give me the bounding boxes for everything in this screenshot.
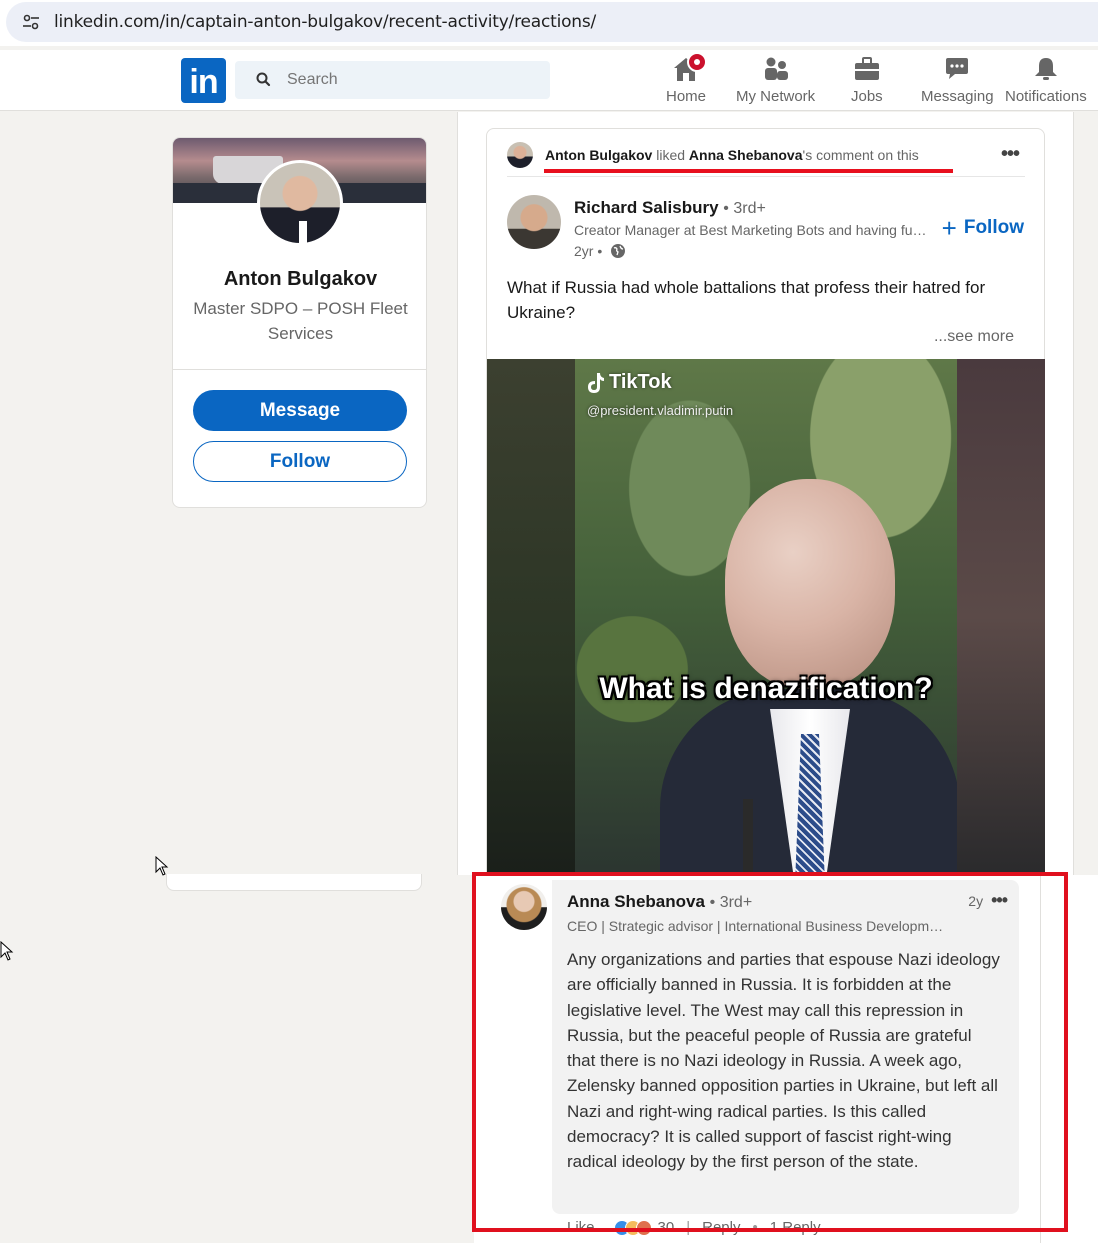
video-frame	[575, 359, 960, 876]
video-blur-right	[957, 359, 1045, 876]
nav-my-network-label: My Network	[736, 88, 816, 105]
comment-reply-button[interactable]: Reply	[702, 1219, 740, 1236]
plus-icon: +	[941, 213, 957, 243]
video-caption: What is denazification?	[599, 672, 933, 705]
see-more-link[interactable]: ...see more	[934, 328, 1014, 346]
mouse-cursor-icon	[155, 856, 169, 876]
post-author-title: Creator Manager at Best Marketing Bots a…	[574, 222, 930, 238]
reaction-icons[interactable]	[613, 1219, 652, 1236]
briefcase-icon	[852, 54, 882, 84]
secondary-card-edge	[166, 874, 422, 891]
nav-jobs-label: Jobs	[851, 88, 883, 105]
post-follow-label: Follow	[963, 217, 1024, 238]
comment-time: 2y	[968, 892, 984, 909]
nav-messaging-label: Messaging	[921, 88, 994, 105]
post-author-name-text[interactable]: Richard Salisbury	[574, 198, 719, 217]
activity-text: Anton Bulgakov liked Anna Shebanova's co…	[545, 147, 919, 163]
search-box[interactable]	[235, 61, 550, 99]
post-author-degree: • 3rd+	[723, 200, 766, 217]
comment-more-options-icon[interactable]: •••	[991, 890, 1008, 911]
post-video[interactable]: TikTok @president.vladimir.putin What is…	[487, 359, 1045, 876]
search-input[interactable]	[287, 71, 527, 89]
bell-icon	[1031, 54, 1061, 84]
comment-bubble: Anna Shebanova • 3rd+ 2y ••• CEO | Strat…	[552, 880, 1019, 1214]
comment-meta: 2y •••	[968, 890, 1008, 911]
reaction-count[interactable]: 30	[658, 1219, 675, 1236]
post-time-text: 2yr •	[574, 243, 603, 259]
comment-actions: Like 30 | Reply • 1 Reply	[567, 1219, 821, 1236]
linkedin-logo[interactable]: in	[181, 58, 226, 103]
post-more-options-icon[interactable]: •••	[1001, 143, 1020, 166]
post-body-text: What if Russia had whole battalions that…	[507, 278, 986, 322]
comment-author-title: CEO | Strategic advisor | International …	[567, 918, 947, 934]
actor-avatar[interactable]	[507, 142, 533, 168]
profile-card: Anton Bulgakov Master SDPO – POSH Fleet …	[172, 137, 427, 508]
notification-badge	[687, 52, 707, 72]
nav-notifications-label: Notifications	[1005, 88, 1087, 105]
nav-home[interactable]: Home	[666, 52, 707, 110]
tiktok-icon	[588, 372, 604, 393]
activity-suffix: 's comment on this	[802, 147, 919, 163]
activity-post: Anton Bulgakov liked Anna Shebanova's co…	[486, 128, 1045, 876]
divider	[1040, 875, 1041, 1243]
activity-header: Anton Bulgakov liked Anna Shebanova's co…	[507, 141, 919, 169]
separator: |	[686, 1219, 691, 1236]
comment-author-degree: • 3rd+	[709, 894, 753, 911]
url-text[interactable]: linkedin.com/in/captain-anton-bulgakov/r…	[54, 12, 596, 32]
activity-verb: liked	[656, 147, 686, 163]
video-person-face	[725, 479, 895, 689]
site-settings-icon[interactable]	[18, 9, 44, 35]
comment-text: Any organizations and parties that espou…	[567, 950, 1000, 1172]
divider	[507, 176, 1025, 177]
divider	[173, 369, 426, 370]
comment-replies-link[interactable]: 1 Reply	[770, 1219, 821, 1236]
love-reaction-icon	[635, 1219, 652, 1236]
post-author-avatar[interactable]	[507, 195, 561, 249]
red-underline-annotation	[544, 169, 953, 173]
search-icon	[256, 72, 271, 87]
separator: •	[752, 1219, 758, 1236]
video-microphone	[743, 799, 753, 876]
browser-address-bar: linkedin.com/in/captain-anton-bulgakov/r…	[0, 0, 1098, 46]
avatar-shirt-shape	[299, 221, 307, 243]
comment-author-avatar[interactable]	[501, 884, 547, 930]
nav-messaging[interactable]: Messaging	[921, 54, 994, 110]
tiktok-watermark: TikTok	[587, 371, 672, 394]
post-author-name[interactable]: Richard Salisbury • 3rd+	[574, 198, 766, 218]
activity-actor[interactable]: Anton Bulgakov	[545, 147, 652, 163]
video-blur-left	[487, 359, 575, 876]
tiktok-handle: @president.vladimir.putin	[587, 403, 734, 418]
profile-name[interactable]: Anton Bulgakov	[173, 268, 426, 291]
globe-icon	[611, 244, 626, 258]
nav-my-network[interactable]: My Network	[736, 54, 815, 110]
home-icon	[671, 52, 707, 84]
mouse-cursor-icon	[0, 941, 14, 961]
profile-avatar[interactable]	[257, 160, 343, 246]
messaging-icon	[942, 54, 972, 84]
nav-jobs[interactable]: Jobs	[851, 54, 883, 110]
comment-author-name-text[interactable]: Anna Shebanova	[567, 892, 705, 911]
activity-target[interactable]: Anna Shebanova	[689, 147, 803, 163]
profile-follow-button[interactable]: Follow	[193, 441, 407, 482]
nav-home-label: Home	[666, 88, 707, 105]
comment-author-name[interactable]: Anna Shebanova • 3rd+	[567, 892, 752, 912]
comment-like-button[interactable]: Like	[567, 1219, 595, 1236]
network-icon	[761, 54, 791, 84]
profile-headline: Master SDPO – POSH Fleet Services	[193, 299, 408, 343]
nav-notifications[interactable]: Notifications	[1005, 54, 1087, 110]
top-navigation: in Home My Network Jobs Messaging Notifi…	[0, 50, 1098, 111]
post-follow-button[interactable]: + Follow	[941, 213, 1024, 243]
url-bar[interactable]: linkedin.com/in/captain-anton-bulgakov/r…	[6, 2, 1098, 42]
post-timestamp: 2yr •	[574, 243, 626, 259]
tiktok-label: TikTok	[609, 371, 672, 393]
message-button[interactable]: Message	[193, 390, 407, 431]
